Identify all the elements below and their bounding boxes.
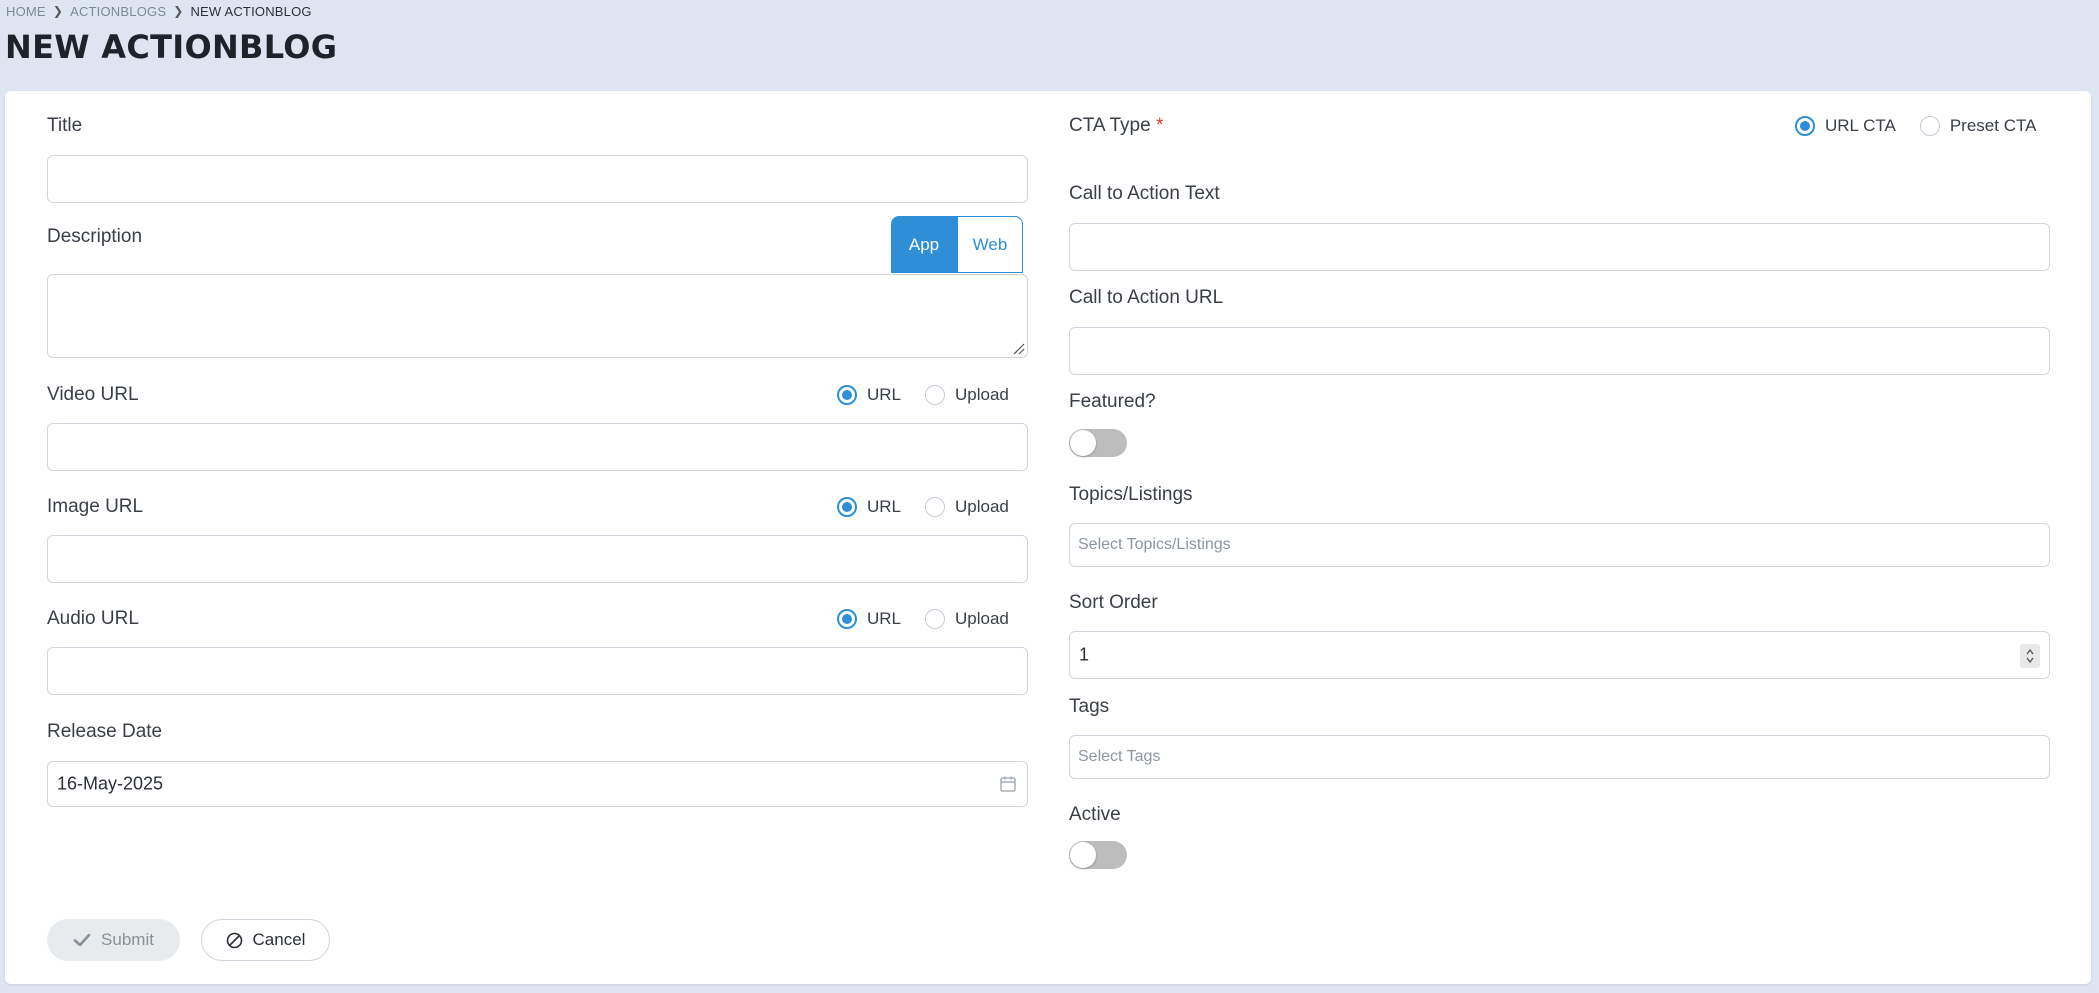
featured-toggle[interactable] (1069, 429, 1127, 457)
radio-checked-icon (837, 609, 857, 629)
image-radio-url[interactable]: URL (837, 497, 901, 517)
cta-text-label: Call to Action Text (1069, 183, 1220, 204)
description-mode-tabs: App Web (891, 216, 1023, 273)
radio-label: Upload (955, 385, 1009, 404)
audio-radio-url[interactable]: URL (837, 609, 901, 629)
breadcrumb: HOME ❯ ACTIONBLOGS ❯ NEW ACTIONBLOG (6, 3, 312, 19)
video-radio-url[interactable]: URL (837, 385, 901, 405)
tags-label: Tags (1069, 696, 1110, 717)
cancel-label: Cancel (252, 930, 306, 949)
audio-source-radios: URL Upload (837, 609, 1009, 629)
tab-web[interactable]: Web (957, 216, 1023, 273)
form-card: Title Description App Web Video URL URL … (5, 91, 2091, 984)
toggle-knob (1070, 430, 1096, 456)
cta-type-radios: URL CTA Preset CTA (1795, 116, 2036, 136)
radio-label: Upload (955, 497, 1009, 516)
sort-order-label: Sort Order (1069, 592, 1158, 613)
title-input[interactable] (47, 155, 1028, 203)
title-label: Title (47, 115, 83, 136)
radio-label: Preset CTA (1949, 116, 2037, 135)
radio-checked-icon (1795, 116, 1815, 136)
description-textarea[interactable] (47, 274, 1028, 358)
video-url-input[interactable] (47, 423, 1028, 471)
radio-label: URL (867, 609, 902, 628)
page-title: NEW ACTIONBLOG (5, 28, 338, 66)
cta-url-label: Call to Action URL (1069, 287, 1224, 308)
cta-type-text: CTA Type (1069, 115, 1151, 136)
chevron-right-icon: ❯ (173, 4, 184, 18)
number-stepper[interactable] (2020, 644, 2040, 668)
cta-radio-preset[interactable]: Preset CTA (1919, 116, 2037, 136)
sort-order-input[interactable]: 1 (1069, 631, 2050, 679)
audio-radio-upload[interactable]: Upload (925, 609, 1009, 629)
sort-order-value: 1 (1079, 644, 1090, 665)
featured-label: Featured? (1069, 391, 1156, 412)
radio-unchecked-icon (1919, 116, 1940, 136)
radio-checked-icon (837, 385, 857, 405)
radio-checked-icon (837, 497, 857, 517)
image-radio-upload[interactable]: Upload (925, 497, 1009, 517)
topics-label: Topics/Listings (1069, 484, 1193, 505)
cta-radio-url[interactable]: URL CTA (1795, 116, 1896, 136)
radio-label: URL (867, 385, 902, 404)
toggle-knob (1070, 842, 1096, 868)
tags-placeholder: Select Tags (1078, 748, 1161, 765)
image-url-input[interactable] (47, 535, 1028, 583)
cancel-button[interactable]: Cancel (201, 919, 330, 961)
radio-unchecked-icon (925, 609, 946, 629)
submit-label: Submit (101, 930, 154, 949)
video-url-label: Video URL (47, 384, 139, 405)
topics-select[interactable]: Select Topics/Listings (1069, 523, 2050, 567)
image-source-radios: URL Upload (837, 497, 1009, 517)
radio-label: Upload (955, 609, 1009, 628)
calendar-icon[interactable] (999, 775, 1017, 793)
tab-app[interactable]: App (891, 216, 957, 273)
cta-url-input[interactable] (1069, 327, 2050, 375)
tags-select[interactable]: Select Tags (1069, 735, 2050, 779)
description-label: Description (47, 226, 143, 247)
active-toggle[interactable] (1069, 841, 1127, 869)
audio-url-input[interactable] (47, 647, 1028, 695)
release-date-value: 16-May-2025 (57, 773, 164, 794)
chevron-right-icon: ❯ (52, 4, 64, 18)
release-date-label: Release Date (47, 721, 163, 742)
image-url-label: Image URL (47, 496, 144, 517)
resize-handle-icon[interactable] (1011, 341, 1025, 355)
checkmark-icon (73, 932, 91, 948)
stepper-arrows-icon (2026, 648, 2034, 664)
video-source-radios: URL Upload (837, 385, 1009, 405)
audio-url-label: Audio URL (47, 608, 139, 629)
release-date-input[interactable]: 16-May-2025 (47, 761, 1028, 807)
radio-label: URL (867, 497, 902, 516)
breadcrumb-current: NEW ACTIONBLOG (190, 3, 312, 19)
breadcrumb-home[interactable]: HOME (6, 4, 46, 19)
radio-unchecked-icon (925, 497, 946, 517)
required-mark: * (1155, 115, 1164, 136)
video-radio-upload[interactable]: Upload (925, 385, 1009, 405)
cta-type-label: CTA Type * (1069, 115, 1163, 137)
cancel-icon (226, 932, 243, 949)
submit-button[interactable]: Submit (47, 919, 180, 961)
radio-unchecked-icon (925, 385, 946, 405)
active-label: Active (1069, 804, 1121, 825)
cta-text-input[interactable] (1069, 223, 2050, 271)
radio-label: URL CTA (1825, 116, 1896, 135)
topics-placeholder: Select Topics/Listings (1078, 536, 1231, 553)
breadcrumb-actionblogs[interactable]: ACTIONBLOGS (70, 4, 166, 19)
